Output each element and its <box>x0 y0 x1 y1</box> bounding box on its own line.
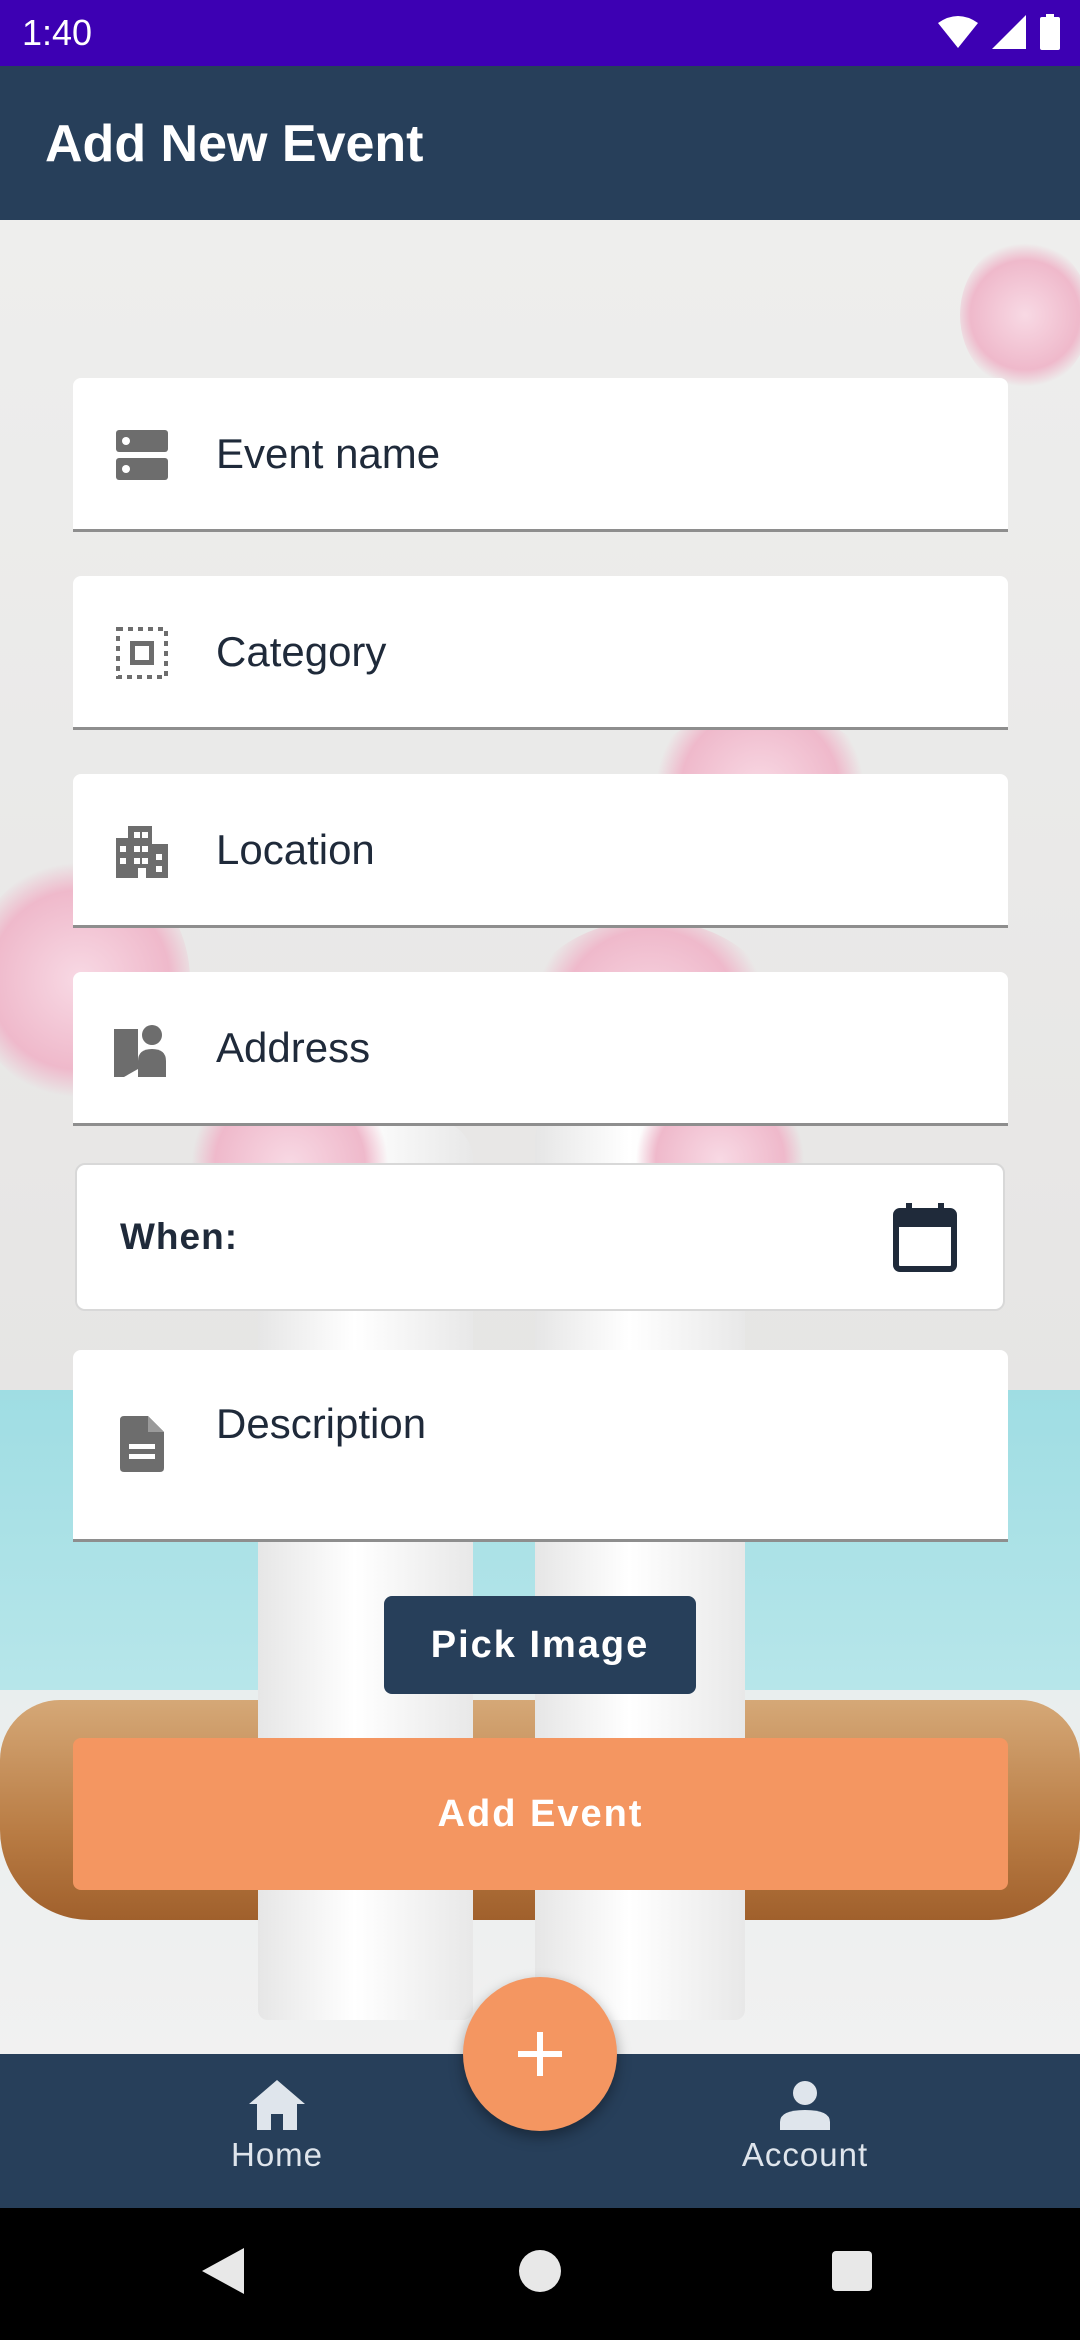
category-label: Category <box>216 628 387 675</box>
apartment-icon <box>112 821 172 881</box>
status-time: 1:40 <box>22 12 93 53</box>
recents-icon[interactable] <box>830 2246 874 2296</box>
event-name-label: Event name <box>216 430 441 477</box>
location-field[interactable]: Location <box>73 774 1008 928</box>
home-icon <box>249 2080 305 2130</box>
background-blossom <box>960 240 1080 390</box>
when-date-field[interactable]: When: <box>75 1163 1005 1311</box>
wifi-icon <box>938 16 978 48</box>
cell-signal-icon <box>992 15 1026 49</box>
description-field[interactable]: Description <box>73 1350 1008 1542</box>
status-bar: 1:40 <box>0 0 1080 66</box>
storage-icon <box>112 425 172 485</box>
nav-item-home[interactable]: Home <box>177 2080 377 2174</box>
event-name-field[interactable]: Event name <box>73 378 1008 532</box>
home-circle-icon[interactable] <box>518 2246 562 2296</box>
description-label: Description <box>216 1400 427 1447</box>
calendar-icon[interactable] <box>892 1203 958 1273</box>
add-fab-button[interactable] <box>463 1977 617 2131</box>
status-icons <box>938 14 1060 50</box>
nav-item-account[interactable]: Account <box>705 2080 905 2174</box>
system-navigation-bar <box>0 2208 1080 2340</box>
when-label: When: <box>120 1216 239 1257</box>
person-icon <box>780 2081 830 2130</box>
add-event-button[interactable]: Add Event <box>73 1738 1008 1890</box>
app-bar: Add New Event <box>0 66 1080 220</box>
back-icon[interactable] <box>200 2246 246 2296</box>
select-all-icon <box>112 623 172 683</box>
battery-icon <box>1040 14 1060 50</box>
nav-label-account: Account <box>741 2136 869 2173</box>
description-icon <box>112 1414 172 1474</box>
address-field[interactable]: Address <box>73 972 1008 1126</box>
page-title: Add New Event <box>45 115 424 173</box>
nav-label-home: Home <box>230 2136 324 2173</box>
pick-image-button[interactable]: Pick Image <box>384 1596 696 1694</box>
address-label: Address <box>216 1024 371 1071</box>
location-label: Location <box>216 826 375 873</box>
map-pin-person-icon <box>112 1019 172 1079</box>
plus-icon <box>518 2032 562 2076</box>
category-field[interactable]: Category <box>73 576 1008 730</box>
